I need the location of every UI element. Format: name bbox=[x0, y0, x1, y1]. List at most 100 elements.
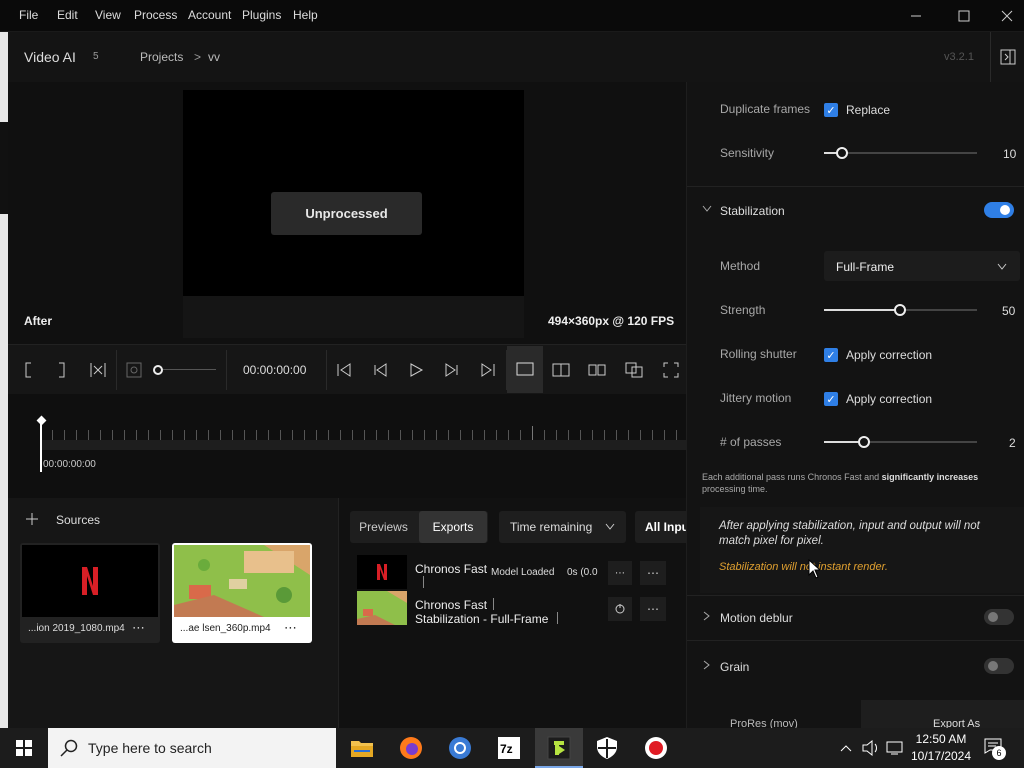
motion-deblur-label[interactable]: Motion deblur bbox=[720, 611, 793, 625]
play-button[interactable] bbox=[402, 350, 430, 390]
unprocessed-button[interactable]: Unprocessed bbox=[271, 192, 422, 235]
zoom-slider-knob[interactable] bbox=[153, 365, 163, 375]
volume-button[interactable] bbox=[862, 739, 880, 757]
app-badge: 5 bbox=[93, 51, 99, 62]
zoom-slider-track[interactable] bbox=[158, 369, 216, 370]
maximize-button[interactable] bbox=[941, 0, 987, 32]
grain-toggle[interactable] bbox=[984, 658, 1014, 674]
playhead[interactable] bbox=[40, 420, 42, 472]
panel-toggle-button[interactable] bbox=[990, 32, 1024, 82]
sensitivity-slider-knob[interactable] bbox=[836, 147, 848, 159]
step-forward-icon bbox=[445, 363, 458, 377]
close-icon bbox=[1001, 10, 1012, 22]
export-as-button[interactable]: Export As bbox=[861, 700, 1024, 728]
zoom-button[interactable] bbox=[120, 350, 148, 390]
security-taskbar-button[interactable] bbox=[587, 733, 627, 763]
method-select[interactable]: Full-Frame bbox=[824, 251, 1020, 281]
menu-help[interactable]: Help bbox=[293, 8, 318, 22]
clock-time: 12:50 AM bbox=[915, 732, 967, 746]
bracket-left-icon bbox=[25, 362, 31, 378]
passes-slider-knob[interactable] bbox=[858, 436, 870, 448]
fullscreen-button[interactable] bbox=[657, 350, 685, 390]
export-row-more-icon[interactable]: ⋯ bbox=[608, 561, 632, 585]
netflix-logo-icon bbox=[377, 564, 387, 580]
topaz-video-ai-taskbar-button[interactable] bbox=[535, 728, 583, 768]
menu-edit[interactable]: Edit bbox=[57, 8, 78, 22]
filter-select[interactable]: All Inpu bbox=[635, 511, 686, 543]
single-view-button[interactable] bbox=[507, 346, 543, 393]
menu-plugins[interactable]: Plugins bbox=[242, 8, 281, 22]
taskbar-search[interactable]: Type here to search bbox=[48, 728, 336, 768]
next-frame-button[interactable] bbox=[438, 350, 466, 390]
strength-slider-knob[interactable] bbox=[894, 304, 906, 316]
split-view-button[interactable] bbox=[547, 350, 575, 390]
split-view-icon bbox=[552, 363, 570, 377]
export-thumbnail-2 bbox=[357, 591, 407, 625]
7zip-taskbar-button[interactable]: 7z bbox=[489, 733, 529, 763]
close-button[interactable] bbox=[989, 0, 1024, 32]
sensitivity-label: Sensitivity bbox=[720, 146, 775, 160]
sort-select-value: Time remaining bbox=[510, 520, 593, 534]
rolling-shutter-label: Rolling shutter bbox=[720, 347, 797, 361]
sidebar-toggle-icon bbox=[1000, 49, 1015, 65]
recorder-taskbar-button[interactable] bbox=[636, 733, 676, 763]
chevron-right-icon[interactable] bbox=[703, 660, 711, 670]
export-row-menu-button[interactable]: ⋯ bbox=[640, 561, 666, 585]
replace-checkbox[interactable]: ✓ bbox=[824, 103, 838, 117]
breadcrumb-projects[interactable]: Projects bbox=[140, 50, 183, 64]
maximize-icon bbox=[958, 10, 970, 22]
tab-previews[interactable]: Previews bbox=[350, 511, 417, 543]
version-label: v3.2.1 bbox=[944, 51, 974, 63]
strength-value: 50 bbox=[1002, 304, 1016, 318]
sort-select[interactable]: Time remaining bbox=[499, 511, 626, 543]
step-back-icon bbox=[374, 363, 387, 377]
side-by-side-button[interactable] bbox=[583, 350, 611, 390]
method-label: Method bbox=[720, 259, 761, 273]
stabilization-toggle[interactable] bbox=[984, 202, 1014, 218]
clear-range-button[interactable] bbox=[84, 350, 112, 390]
timeline-timecode: 00:00:00:00 bbox=[43, 459, 96, 470]
source-more-icon[interactable]: ⋯ bbox=[132, 620, 145, 636]
menu-file[interactable]: File bbox=[19, 8, 38, 22]
source-more-icon[interactable]: ⋯ bbox=[284, 620, 297, 636]
file-explorer-taskbar-button[interactable] bbox=[342, 733, 382, 763]
menu-view[interactable]: View bbox=[95, 8, 121, 22]
chevron-down-icon[interactable] bbox=[702, 205, 712, 213]
firefox-icon bbox=[400, 737, 422, 759]
start-button[interactable] bbox=[0, 728, 48, 768]
grain-label[interactable]: Grain bbox=[720, 660, 749, 674]
previous-frame-button[interactable] bbox=[366, 350, 394, 390]
network-button[interactable] bbox=[886, 740, 904, 756]
minimize-button[interactable] bbox=[893, 0, 939, 32]
menu-bar: File Edit View Process Account Plugins H… bbox=[0, 0, 1024, 32]
source-card-1[interactable]: ...ion 2019_1080.mp4 ⋯ bbox=[20, 543, 160, 643]
export-row-power-button[interactable] bbox=[608, 597, 632, 621]
chrome-taskbar-button[interactable] bbox=[440, 733, 480, 763]
strength-label: Strength bbox=[720, 303, 766, 317]
jittery-motion-checkbox[interactable]: ✓ bbox=[824, 392, 838, 406]
game-scene-icon bbox=[174, 545, 310, 617]
motion-deblur-toggle[interactable] bbox=[984, 609, 1014, 625]
go-to-start-button[interactable] bbox=[330, 350, 358, 390]
rolling-shutter-checkbox[interactable]: ✓ bbox=[824, 348, 838, 362]
clock[interactable]: 12:50 AM 10/17/2024 bbox=[906, 730, 976, 766]
menu-process[interactable]: Process bbox=[134, 8, 177, 22]
notifications-button[interactable]: 6 bbox=[982, 736, 1008, 760]
compare-button[interactable] bbox=[620, 350, 648, 390]
show-hidden-icons-button[interactable] bbox=[838, 740, 854, 756]
set-in-point-button[interactable] bbox=[14, 350, 42, 390]
export-row-title: Chronos Fast bbox=[415, 598, 488, 612]
add-source-button[interactable] bbox=[21, 508, 43, 530]
source-card-2[interactable]: ...ae lsen_360p.mp4 ⋯ bbox=[172, 543, 312, 643]
search-placeholder: Type here to search bbox=[88, 740, 212, 756]
firefox-taskbar-button[interactable] bbox=[391, 733, 431, 763]
export-format-select[interactable]: ProRes (mov) bbox=[710, 710, 850, 728]
export-row-menu-button[interactable]: ⋯ bbox=[640, 597, 666, 621]
menu-account[interactable]: Account bbox=[188, 8, 231, 22]
chevron-right-icon[interactable] bbox=[703, 611, 711, 621]
timeline-ruler bbox=[40, 430, 686, 440]
stabilization-label[interactable]: Stabilization bbox=[720, 204, 785, 218]
go-to-end-button[interactable] bbox=[474, 350, 502, 390]
set-out-point-button[interactable] bbox=[48, 350, 76, 390]
tab-exports[interactable]: Exports bbox=[419, 511, 487, 543]
